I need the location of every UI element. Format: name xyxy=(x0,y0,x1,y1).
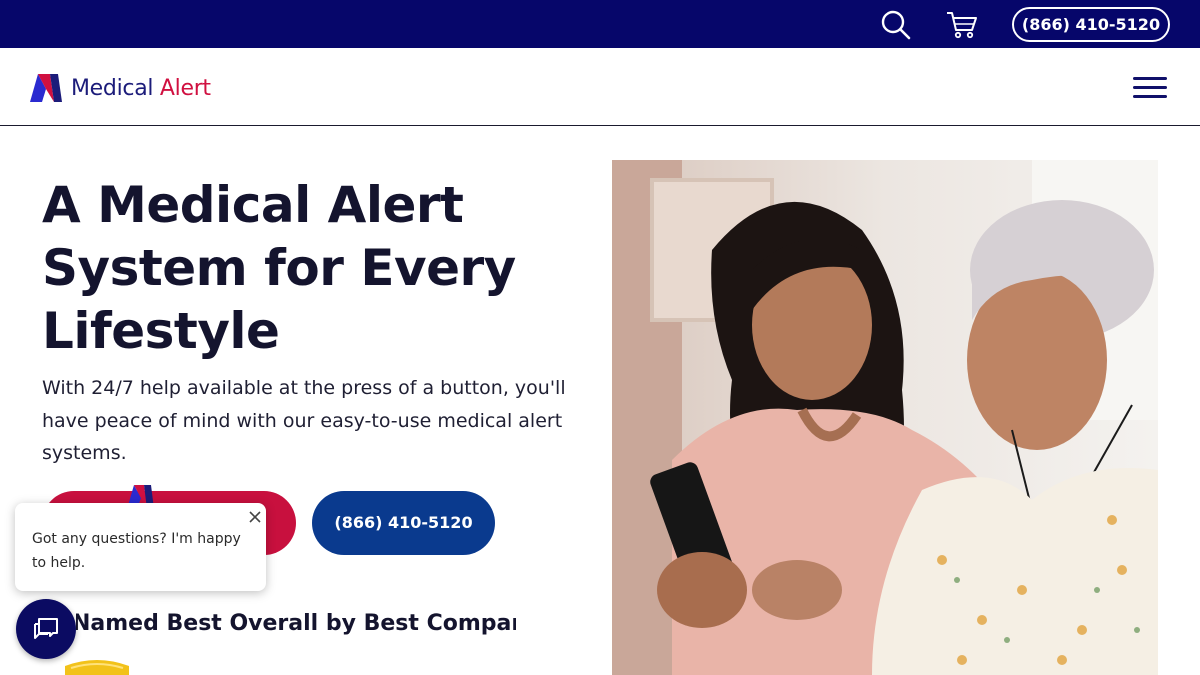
main-header: Medical Alert xyxy=(0,48,1200,126)
hamburger-menu-icon[interactable] xyxy=(1133,77,1167,99)
award-line: Named Best Overall by Best Company xyxy=(76,600,516,650)
chat-launcher-button[interactable] xyxy=(16,599,76,659)
hero-subtitle: With 24/7 help available at the press of… xyxy=(42,377,566,464)
close-icon[interactable] xyxy=(246,508,264,526)
top-utility-bar: (866) 410-5120 xyxy=(0,0,1200,48)
topbar-phone-button[interactable]: (866) 410-5120 xyxy=(1012,7,1170,42)
logo-mark-icon xyxy=(30,74,62,102)
hero-title: A Medical Alert System for Every Lifesty… xyxy=(42,176,516,360)
cart-icon[interactable] xyxy=(945,9,979,41)
brand-logo[interactable]: Medical Alert xyxy=(29,72,211,104)
logo-word-alert: Alert xyxy=(159,75,211,101)
search-icon[interactable] xyxy=(880,9,912,41)
chat-message-bubble: Got any questions? I'm happy to help. xyxy=(15,503,266,591)
logo-word-medical: Medical xyxy=(71,75,154,101)
award-text: Named Best Overall by Best Company xyxy=(76,611,516,636)
hero-phone-button[interactable]: (866) 410-5120 xyxy=(312,491,495,555)
chat-message-text: Got any questions? I'm happy to help. xyxy=(32,531,241,571)
award-badge-icon xyxy=(63,658,131,675)
chat-icon xyxy=(34,618,58,639)
hero-photo xyxy=(612,160,1158,675)
